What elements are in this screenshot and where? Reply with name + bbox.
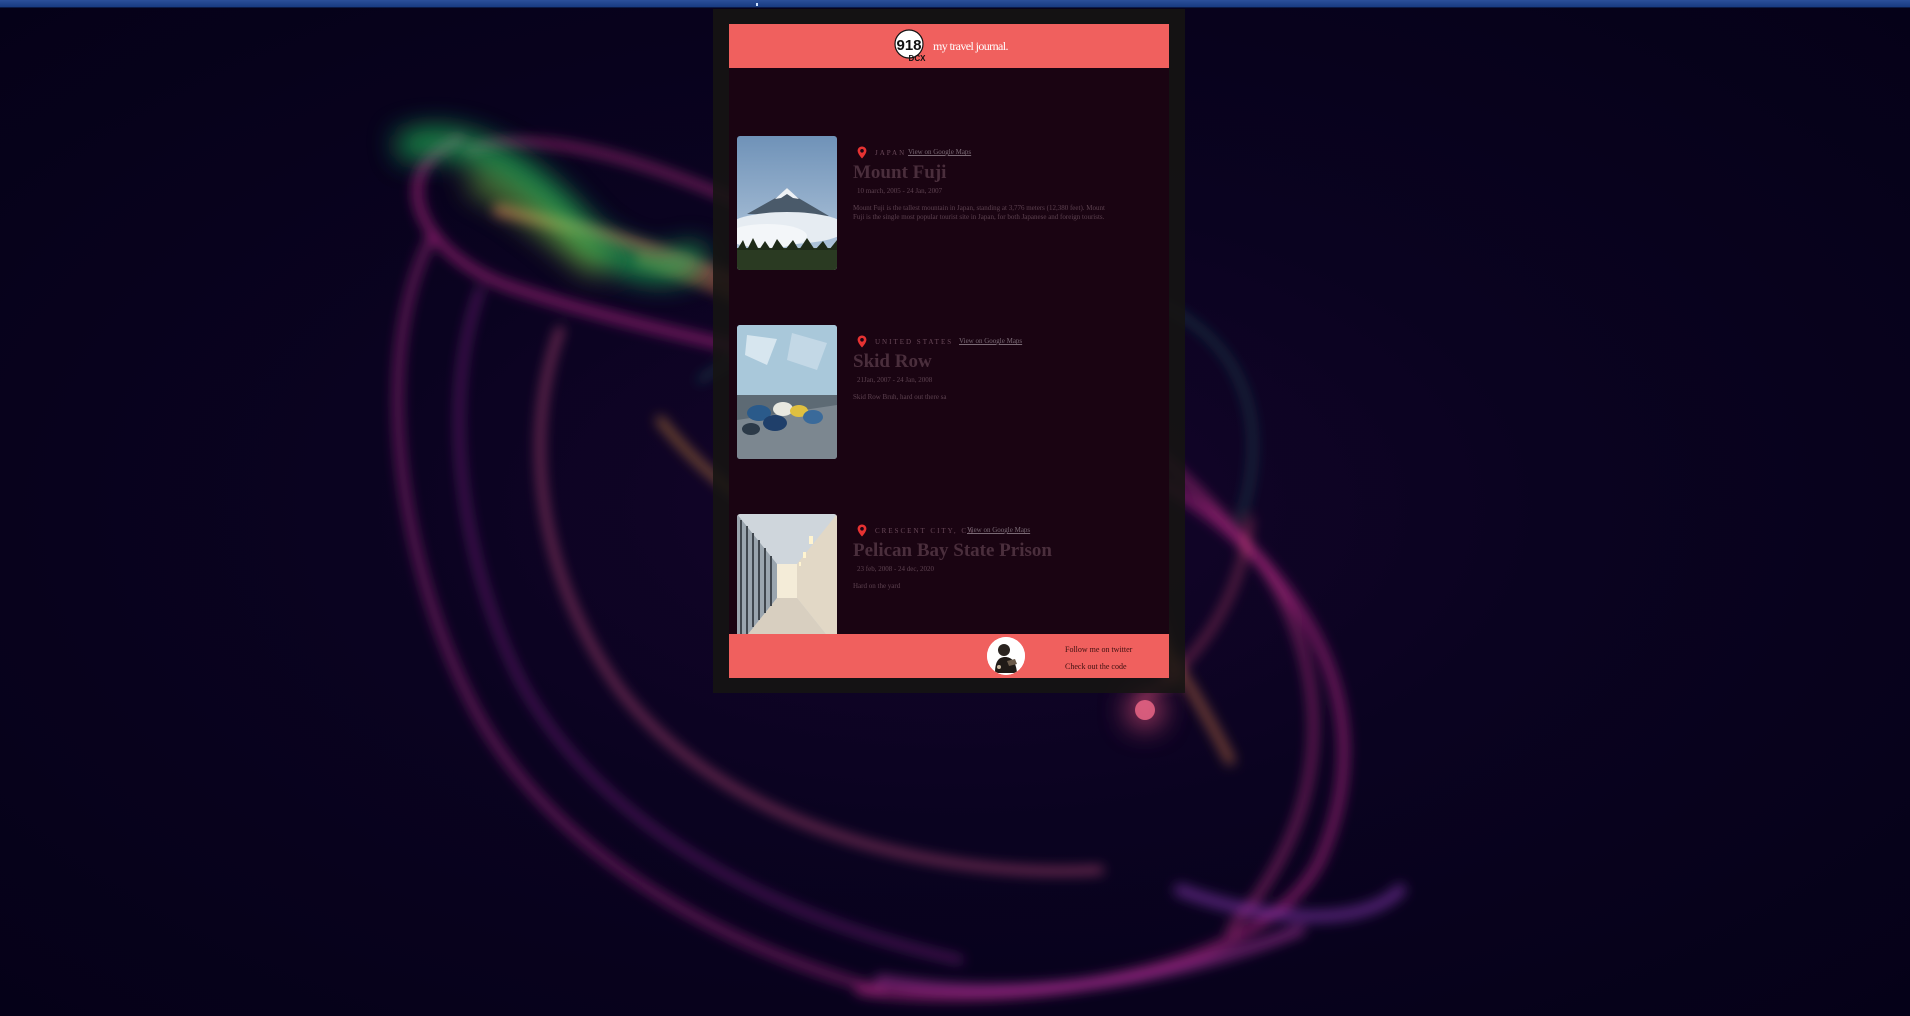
- map-pin-icon: [857, 146, 867, 159]
- entry-meta: Japan View on Google Maps Mount Fuji 10 …: [853, 146, 1153, 222]
- location-line: United States View on Google Maps: [853, 335, 1153, 349]
- google-maps-link[interactable]: View on Google Maps: [967, 526, 1030, 534]
- entry-title: Mount Fuji: [853, 162, 947, 183]
- list-item: Japan View on Google Maps Mount Fuji 10 …: [737, 136, 1157, 271]
- journal-footer: Follow me on twitter Check out the code: [729, 634, 1169, 678]
- entries-list: Japan View on Google Maps Mount Fuji 10 …: [729, 68, 1169, 648]
- entry-description: Skid Row Bruh, hard out there sa: [853, 393, 947, 401]
- entry-dates: 21Jan, 2007 - 24 Jan, 2008: [857, 376, 933, 384]
- entry-country: Japan: [875, 149, 907, 157]
- site-title: my travel journal.: [933, 39, 1008, 53]
- map-pin-icon: [857, 524, 867, 537]
- entry-description: Hard on the yard: [853, 582, 901, 590]
- entry-meta: Crescent City, CA View on Google Maps Pe…: [853, 524, 1153, 591]
- list-item: Crescent City, CA View on Google Maps Pe…: [737, 514, 1157, 649]
- entry-title: Skid Row: [853, 351, 932, 372]
- location-line: Crescent City, CA View on Google Maps: [853, 524, 1153, 538]
- logo-icon[interactable]: 918 DCX: [893, 29, 927, 63]
- journal-header: 918 DCX my travel journal.: [729, 24, 1169, 68]
- entry-country: Crescent City, CA: [875, 527, 976, 535]
- source-code-link[interactable]: Check out the code: [1065, 662, 1127, 671]
- journal-frame: 918 DCX my travel journal. JAPAN View on…: [713, 9, 1185, 693]
- entry-dates: 10 march, 2005 - 24 Jan, 2007: [857, 187, 943, 195]
- map-pin-icon: [857, 335, 867, 348]
- entry-description: Mount Fuji is the tallest mountain in Ja…: [853, 204, 1105, 221]
- entry-dates: 23 feb, 2008 - 24 dec, 2020: [857, 565, 934, 573]
- location-line: Japan View on Google Maps: [853, 146, 1153, 160]
- journal-panel: 918 DCX my travel journal. JAPAN View on…: [729, 24, 1169, 678]
- entry-country: United States: [875, 338, 954, 346]
- logo-text: 918: [896, 37, 921, 54]
- mountain-icon: [737, 136, 837, 270]
- avatar-icon[interactable]: [987, 637, 1025, 675]
- google-maps-link[interactable]: View on Google Maps: [959, 337, 1022, 345]
- street-icon: [737, 325, 837, 459]
- logo-sub: DCX: [909, 54, 927, 63]
- twitter-link[interactable]: Follow me on twitter: [1065, 645, 1132, 654]
- entry-title: Pelican Bay State Prison: [853, 540, 1052, 561]
- list-item: United States View on Google Maps Skid R…: [737, 325, 1157, 460]
- google-maps-link[interactable]: View on Google Maps: [908, 148, 971, 156]
- entry-meta: United States View on Google Maps Skid R…: [853, 335, 1153, 402]
- corridor-icon: [737, 514, 837, 648]
